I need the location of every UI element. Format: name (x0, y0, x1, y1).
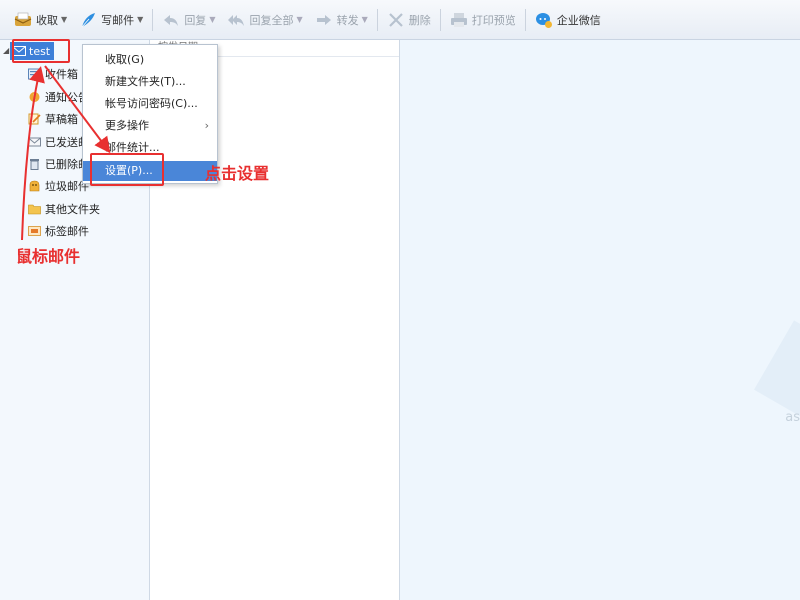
annotation-arrows (21, 65, 111, 241)
arrow-to-account (21, 66, 45, 241)
arrow-to-settings (44, 65, 111, 154)
